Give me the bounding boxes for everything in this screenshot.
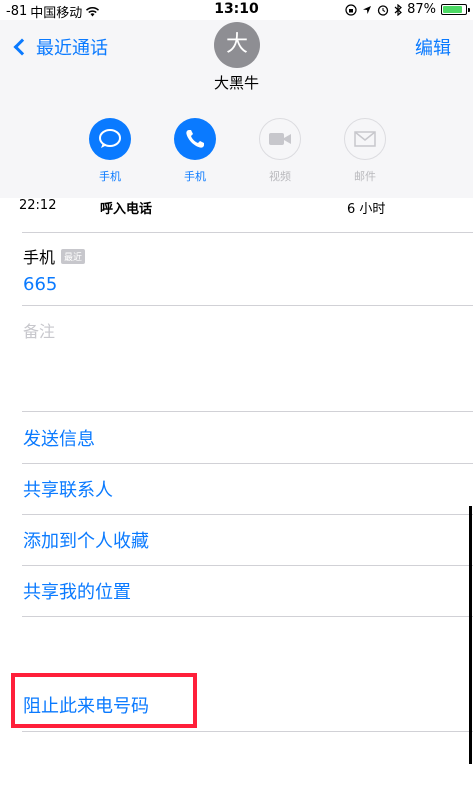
divider [22,305,473,306]
divider [22,463,473,464]
back-label: 最近通话 [36,38,108,59]
mail-label: 邮件 [354,170,376,183]
divider [22,411,473,412]
status-bar-right: 87% [345,2,470,17]
call-time: 22:12 [19,198,57,213]
call-history-row: 22:12 呼入电话 6 小时 [0,198,473,232]
contact-header: 最近通话 编辑 大 大黑牛 手机 手机 视频 邮件 [0,20,473,198]
mail-button[interactable]: 邮件 [335,118,395,184]
divider [22,616,473,617]
divider [22,731,473,732]
phone-number[interactable]: 665 [23,274,85,295]
rotation-lock-icon [345,3,357,16]
call-type: 呼入电话 [100,202,153,217]
location-icon [363,5,372,14]
message-button[interactable]: 手机 [80,118,140,184]
contact-name: 大黑牛 [213,74,259,92]
divider [22,232,473,233]
mail-icon [354,131,376,147]
edit-button[interactable]: 编辑 [415,34,451,60]
battery-icon [441,4,470,15]
share-contact-button[interactable]: 共享联系人 [23,476,113,502]
message-label: 手机 [99,170,121,183]
video-button[interactable]: 视频 [250,118,310,184]
send-message-button[interactable]: 发送信息 [23,425,95,451]
message-icon [99,129,121,148]
phone-label: 手机 [23,248,56,267]
divider [22,565,473,566]
add-favorite-button[interactable]: 添加到个人收藏 [23,527,149,553]
notes-field[interactable]: 备注 [23,318,55,342]
alarm-icon [377,4,389,16]
status-bar: -81 中国移动 13:10 87% [0,0,473,21]
battery-level [443,6,463,13]
action-bar: 手机 手机 视频 邮件 [0,118,473,188]
avatar: 大 [214,22,260,68]
highlight-box [11,673,197,728]
call-button[interactable]: 手机 [165,118,225,184]
video-icon [269,133,291,145]
call-duration: 6 小时 [347,202,386,217]
phone-label-row: 手机 最近 [23,244,86,268]
video-label: 视频 [269,170,291,183]
back-button[interactable]: 最近通话 [12,34,108,60]
battery-percent: 87% [407,2,436,17]
divider [22,514,473,515]
chevron-left-icon [13,38,31,56]
scroll-indicator [469,506,472,764]
bluetooth-icon [394,3,403,16]
phone-icon [186,130,204,148]
share-location-button[interactable]: 共享我的位置 [23,578,131,604]
phone-entry[interactable]: 手机 最近 665 [23,244,86,295]
call-label: 手机 [184,170,206,183]
recent-badge: 最近 [61,248,86,264]
